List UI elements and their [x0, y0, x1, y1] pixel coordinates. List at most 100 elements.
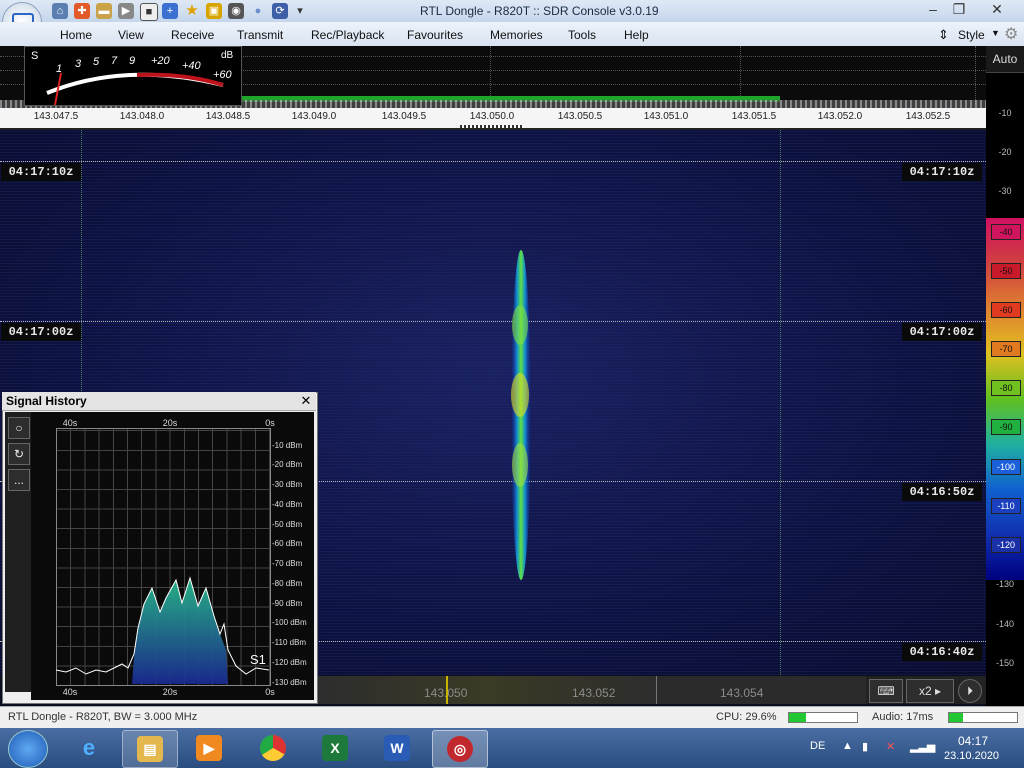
plus-icon[interactable]: + [162, 3, 178, 19]
audio-status: Audio: 17ms [872, 711, 934, 723]
internet-explorer-icon: e [82, 735, 96, 760]
start-button[interactable] [8, 730, 48, 768]
color-level: -50 [991, 263, 1021, 279]
history-y-tick: -90 dBm [272, 599, 303, 608]
chrome-icon [260, 735, 286, 761]
taskbar-file-explorer[interactable]: ▤ [122, 730, 178, 768]
freq-tick: 143.052.0 [817, 111, 863, 122]
signal-strength-icon[interactable]: ▂▃▅ [910, 740, 935, 753]
lifebuoy-icon[interactable]: ✚ [74, 3, 90, 19]
menu-memories[interactable]: Memories [490, 28, 543, 42]
history-x-tick: 20s [162, 687, 178, 697]
freq-tick: 143.051.0 [643, 111, 689, 122]
star-icon[interactable]: ★ [184, 3, 200, 19]
chevron-down-icon[interactable]: ▾ [292, 3, 308, 19]
show-hidden-icons-icon[interactable]: ▲ [842, 740, 853, 752]
s-scale-label: 3 [75, 58, 82, 70]
menu-transmit[interactable]: Transmit [237, 28, 283, 42]
skip-forward-icon[interactable]: ⏵ [958, 679, 982, 703]
s-reading: S1 [250, 652, 266, 667]
tuning-freq-label: 143.054 [720, 686, 764, 700]
device-icon[interactable]: ▮ [862, 740, 868, 753]
network-icon[interactable]: ✕ [886, 740, 895, 753]
freq-tick: 143.049.0 [291, 111, 337, 122]
color-level: -100 [991, 459, 1021, 475]
plus-scale-label: +20 [151, 55, 170, 67]
drop-icon[interactable]: ● [250, 3, 266, 19]
db-tick: -30 [998, 186, 1012, 196]
taskbar-sdr-console[interactable]: ◎ [432, 730, 488, 768]
timestamp-line [0, 321, 986, 322]
stop-icon[interactable]: ■ [140, 3, 158, 21]
history-x-tick: 0s [265, 418, 275, 428]
waterfall-signal-trace [511, 250, 531, 580]
history-y-tick: -120 dBm [272, 658, 307, 667]
sdr-console-icon: ◎ [447, 736, 473, 762]
signal-history-titlebar[interactable]: Signal History [2, 392, 316, 411]
resize-handle[interactable] [460, 125, 524, 128]
zoom-value: x2 [918, 684, 932, 698]
cpu-meter-fill [789, 713, 806, 722]
close-icon[interactable]: ✕ [300, 394, 312, 407]
s-meter-db-label: dB [221, 50, 234, 61]
lock-icon[interactable]: ▣ [206, 3, 222, 19]
history-y-tick: -30 dBm [272, 480, 303, 489]
clock-time[interactable]: 04:17 [958, 734, 988, 748]
freq-tick: 143.048.5 [205, 111, 251, 122]
history-x-tick: 0s [265, 687, 275, 697]
play-icon[interactable]: ▶ [118, 3, 134, 19]
history-x-tick: 40s [62, 687, 78, 697]
color-level: -40 [991, 224, 1021, 240]
menu-rec-playback[interactable]: Rec/Playback [311, 28, 384, 42]
audio-meter-fill [949, 713, 963, 722]
plus-scale-label: +60 [213, 69, 232, 81]
waterfall-marker-line [780, 130, 781, 675]
taskbar-word[interactable]: W [370, 730, 424, 766]
history-y-tick: -80 dBm [272, 579, 303, 588]
tuning-divider [656, 676, 657, 704]
menu-view[interactable]: View [118, 28, 144, 42]
close-button[interactable]: ✕ [974, 0, 1020, 18]
camera-icon[interactable]: ◉ [228, 3, 244, 19]
cpu-status: CPU: 29.6% [716, 711, 777, 723]
style-menu[interactable]: Style [958, 28, 985, 42]
menu-home[interactable]: Home [60, 28, 92, 42]
language-indicator[interactable]: DE [810, 740, 825, 752]
menu-favourites[interactable]: Favourites [407, 28, 463, 42]
menu-tools[interactable]: Tools [568, 28, 596, 42]
play-right-icon: ▸ [935, 684, 942, 698]
mouse-icon[interactable]: ⟳ [272, 3, 288, 19]
freq-tick: 143.047.5 [33, 111, 79, 122]
s-scale-label: 5 [93, 56, 100, 68]
reset-button[interactable]: ↻ [8, 443, 30, 465]
auto-scale-button[interactable]: Auto [986, 46, 1024, 73]
status-bar: RTL Dongle - R820T, BW = 3.000 MHz CPU: … [0, 706, 1024, 729]
taskbar-internet-explorer[interactable]: e [62, 730, 116, 766]
zoom-selector[interactable]: x2 ▸ [906, 679, 954, 703]
s-meter: S dB 1 3 5 7 9 +20 +40 +60 [24, 46, 242, 106]
taskbar-chrome[interactable] [246, 730, 300, 766]
taskbar-excel[interactable]: X [308, 730, 362, 766]
tuning-cursor[interactable] [446, 676, 448, 704]
timestamp-label-right: 04:16:40z [902, 643, 982, 661]
clock-date[interactable]: 23.10.2020 [944, 750, 999, 762]
maximize-button[interactable]: ❐ [946, 0, 972, 18]
db-tick: -130 [995, 579, 1014, 589]
settings-gear-icon[interactable]: ⚙ [1004, 24, 1018, 44]
s-scale-label: 7 [111, 55, 118, 67]
menu-receive[interactable]: Receive [171, 28, 214, 42]
taskbar-media-player[interactable]: ▶ [182, 730, 236, 766]
style-arrows-icon[interactable]: ⇕ [938, 27, 949, 43]
color-level: -110 [991, 498, 1021, 514]
minimize-button[interactable]: – [920, 0, 946, 18]
menu-help[interactable]: Help [624, 28, 649, 42]
keyboard-icon[interactable]: ⌨ [869, 679, 903, 703]
home-icon[interactable]: ⌂ [52, 3, 68, 19]
record-button[interactable]: ○ [8, 417, 30, 439]
timestamp-label-left: 04:17:00z [1, 323, 81, 341]
more-button[interactable]: ... [8, 469, 30, 491]
cpu-meter [788, 712, 858, 723]
db-tick: -150 [995, 658, 1014, 668]
style-dropdown-icon[interactable]: ▼ [991, 28, 1000, 38]
folder-icon[interactable]: ▬ [96, 3, 112, 19]
